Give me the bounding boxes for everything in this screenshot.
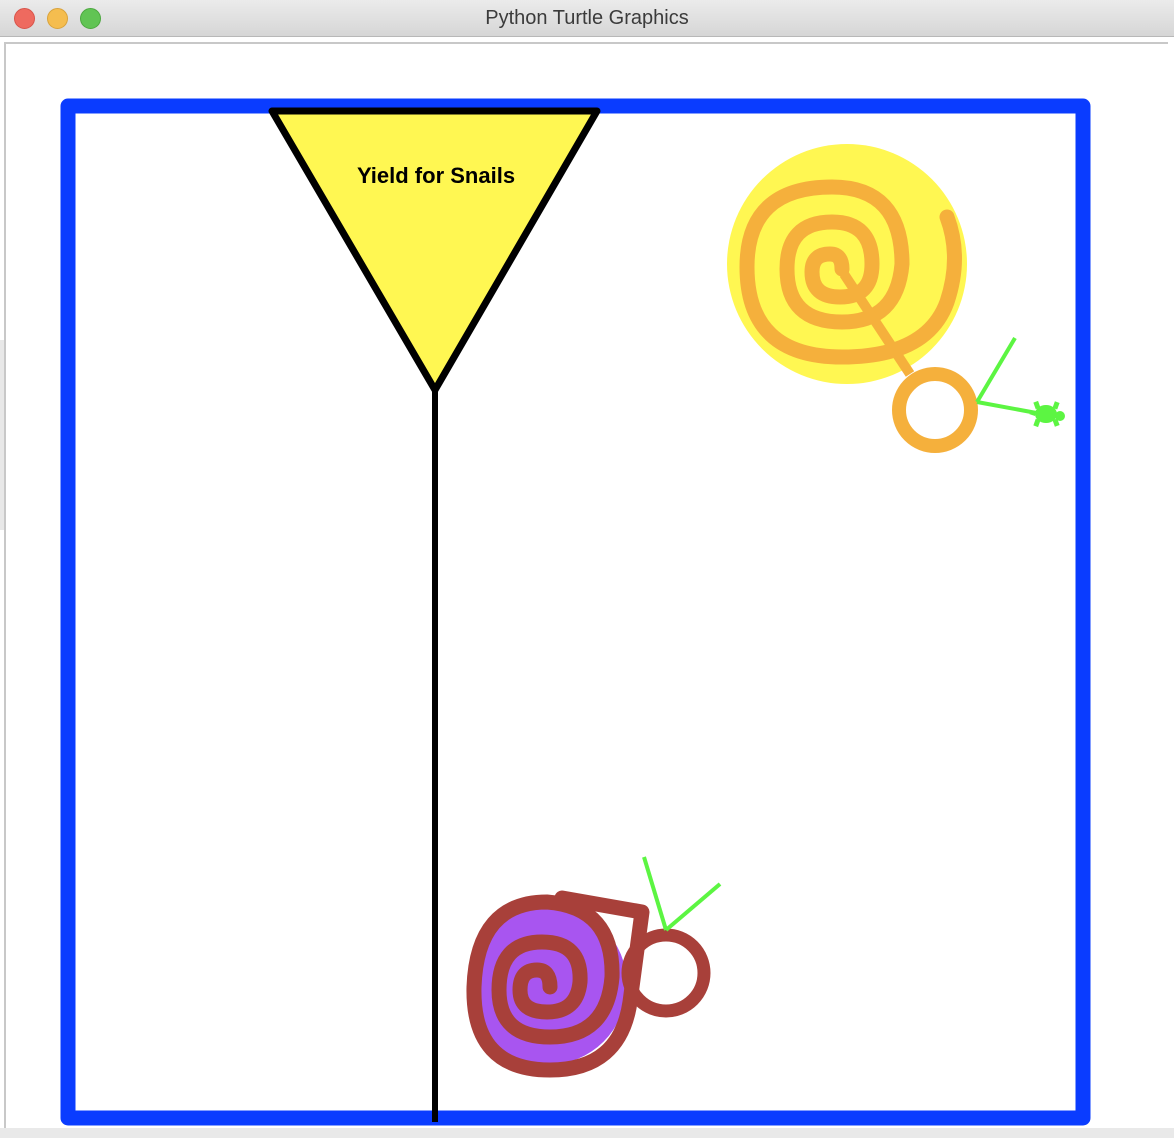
snail-antenna-right	[976, 400, 1043, 416]
yield-sign-label: Yield for Snails	[357, 163, 515, 188]
snail-head	[892, 367, 978, 453]
turtle-window: Python Turtle Graphics Yield for Snails	[0, 0, 1174, 1138]
turtle-canvas[interactable]: Yield for Snails	[4, 42, 1168, 1130]
drawing-surface: Yield for Snails	[60, 98, 1091, 1126]
window-title: Python Turtle Graphics	[485, 7, 689, 29]
snail-purple-brown	[466, 856, 722, 1078]
yield-sign	[268, 107, 601, 394]
turtle-icon	[1029, 400, 1065, 428]
title-bar[interactable]: Python Turtle Graphics	[0, 0, 1174, 37]
background-window-edge-bottom	[0, 1128, 1174, 1138]
snail-orange-yellow	[727, 144, 1065, 453]
snail-antenna-right	[664, 882, 722, 932]
snail-antenna-up	[975, 336, 1017, 404]
